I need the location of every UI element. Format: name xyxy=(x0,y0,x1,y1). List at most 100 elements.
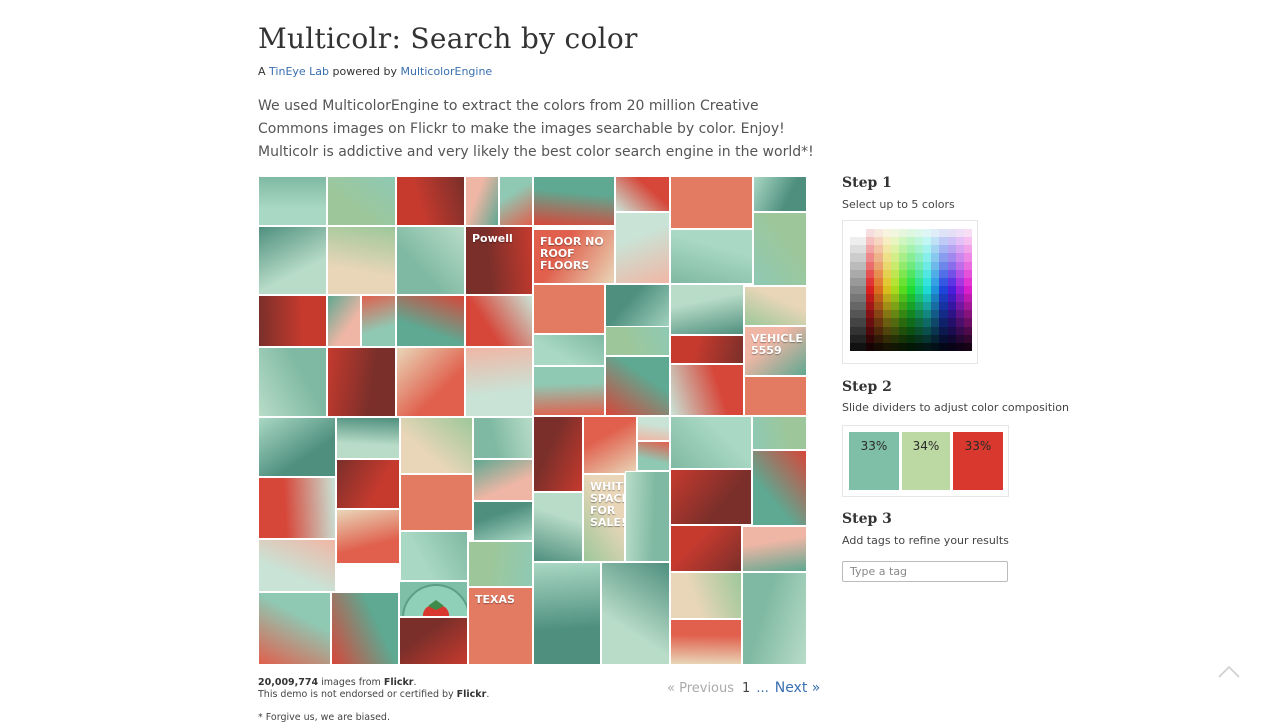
photo-tile[interactable] xyxy=(400,474,473,531)
photo-tile[interactable] xyxy=(533,366,605,416)
palette-swatch[interactable] xyxy=(882,285,891,295)
photo-tile[interactable] xyxy=(336,417,400,459)
photo-tile[interactable] xyxy=(637,441,670,471)
photo-tile[interactable] xyxy=(396,176,465,226)
palette-swatch[interactable] xyxy=(890,326,899,335)
palette-swatch[interactable] xyxy=(850,245,859,254)
palette-swatch[interactable] xyxy=(890,318,899,327)
palette-swatch[interactable] xyxy=(923,302,932,311)
photo-tile[interactable] xyxy=(327,176,396,226)
photo-tile[interactable] xyxy=(258,226,327,295)
palette-swatch[interactable] xyxy=(947,277,956,286)
photo-tile[interactable] xyxy=(753,176,807,212)
palette-swatch[interactable] xyxy=(931,261,940,270)
palette-swatch[interactable] xyxy=(931,277,940,286)
photo-tile[interactable] xyxy=(473,417,533,459)
palette-swatch[interactable] xyxy=(858,245,867,254)
photo-tile[interactable] xyxy=(533,562,601,665)
photo-tile[interactable] xyxy=(258,176,327,226)
palette-swatch[interactable] xyxy=(874,261,883,270)
palette-swatch[interactable] xyxy=(898,302,907,311)
photo-tile[interactable] xyxy=(615,212,670,284)
palette-swatch[interactable] xyxy=(915,326,924,335)
composition-segment-2[interactable]: 34% xyxy=(902,432,950,490)
palette-swatch[interactable] xyxy=(890,285,899,295)
palette-swatch[interactable] xyxy=(915,285,924,295)
palette-swatch[interactable] xyxy=(874,318,883,327)
palette-swatch[interactable] xyxy=(939,253,948,262)
palette-swatch[interactable] xyxy=(915,261,924,270)
photo-tile[interactable] xyxy=(473,459,533,501)
photo-tile[interactable]: WHITE SPACE FOR SALE! xyxy=(583,474,625,562)
palette-swatch[interactable] xyxy=(915,334,924,343)
palette-swatch[interactable] xyxy=(858,237,867,246)
photo-tile[interactable] xyxy=(533,492,583,562)
palette-swatch[interactable] xyxy=(890,229,899,238)
photo-tile[interactable] xyxy=(400,417,473,474)
palette-swatch[interactable] xyxy=(850,229,859,238)
palette-swatch[interactable] xyxy=(939,229,948,238)
palette-swatch[interactable] xyxy=(963,294,972,303)
palette-swatch[interactable] xyxy=(874,302,883,311)
palette-swatch[interactable] xyxy=(890,277,899,286)
palette-swatch[interactable] xyxy=(931,294,940,303)
photo-tile[interactable] xyxy=(605,356,670,416)
palette-swatch[interactable] xyxy=(923,277,932,286)
palette-swatch[interactable] xyxy=(939,277,948,286)
palette-swatch[interactable] xyxy=(850,285,859,295)
palette-swatch[interactable] xyxy=(866,277,875,286)
palette-swatch[interactable] xyxy=(858,229,867,238)
palette-swatch[interactable] xyxy=(866,285,875,295)
palette-swatch[interactable] xyxy=(882,237,891,246)
photo-tile[interactable] xyxy=(327,347,396,417)
palette-swatch[interactable] xyxy=(898,326,907,335)
palette-swatch[interactable] xyxy=(939,285,948,295)
palette-swatch[interactable] xyxy=(906,229,916,238)
palette-swatch[interactable] xyxy=(850,342,859,351)
palette-swatch[interactable] xyxy=(890,261,899,270)
palette-swatch[interactable] xyxy=(906,342,916,351)
palette-swatch[interactable] xyxy=(874,253,883,262)
palette-swatch[interactable] xyxy=(906,285,916,295)
palette-swatch[interactable] xyxy=(874,237,883,246)
palette-swatch[interactable] xyxy=(898,310,907,319)
photo-tile[interactable] xyxy=(615,176,670,212)
palette-swatch[interactable] xyxy=(963,285,972,295)
palette-swatch[interactable] xyxy=(858,342,867,351)
palette-swatch[interactable] xyxy=(890,269,899,278)
palette-swatch[interactable] xyxy=(850,334,859,343)
palette-swatch[interactable] xyxy=(874,229,883,238)
palette-swatch[interactable] xyxy=(963,318,972,327)
palette-swatch[interactable] xyxy=(915,342,924,351)
tag-input[interactable] xyxy=(842,561,1008,582)
palette-swatch[interactable] xyxy=(866,245,875,254)
palette-swatch[interactable] xyxy=(955,285,964,295)
photo-tile[interactable] xyxy=(396,226,465,295)
photo-tile[interactable] xyxy=(670,619,742,665)
flickr-link[interactable]: Flickr xyxy=(384,677,414,688)
palette-swatch[interactable] xyxy=(939,294,948,303)
palette-swatch[interactable] xyxy=(898,269,907,278)
palette-swatch[interactable] xyxy=(939,334,948,343)
palette-swatch[interactable] xyxy=(939,302,948,311)
palette-swatch[interactable] xyxy=(890,310,899,319)
palette-swatch[interactable] xyxy=(866,269,875,278)
photo-tile[interactable] xyxy=(399,617,468,665)
palette-swatch[interactable] xyxy=(931,310,940,319)
photo-tile[interactable] xyxy=(400,531,468,581)
photo-tile[interactable] xyxy=(465,347,533,417)
palette-swatch[interactable] xyxy=(963,245,972,254)
palette-swatch[interactable] xyxy=(947,269,956,278)
photo-tile[interactable] xyxy=(258,539,336,592)
palette-swatch[interactable] xyxy=(906,245,916,254)
palette-swatch[interactable] xyxy=(850,253,859,262)
palette-swatch[interactable] xyxy=(923,326,932,335)
palette-swatch[interactable] xyxy=(915,245,924,254)
photo-tile[interactable] xyxy=(465,295,533,347)
palette-swatch[interactable] xyxy=(923,342,932,351)
palette-swatch[interactable] xyxy=(931,334,940,343)
palette-swatch[interactable] xyxy=(874,334,883,343)
palette-swatch[interactable] xyxy=(898,277,907,286)
palette-swatch[interactable] xyxy=(939,310,948,319)
palette-swatch[interactable] xyxy=(882,253,891,262)
